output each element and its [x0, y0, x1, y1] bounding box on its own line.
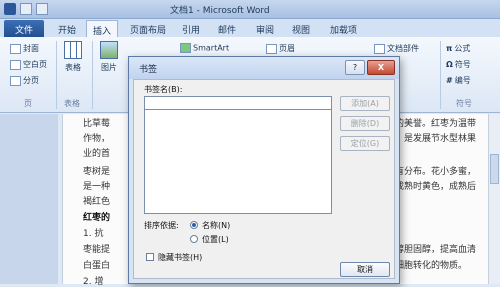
pi-icon: π: [446, 44, 453, 53]
bookmark-list[interactable]: [144, 110, 332, 214]
bookmark-dialog: 书签 ? X 书签名(B): 添加(A) 删除(D) 定位(G) 排序依据: 名…: [128, 56, 400, 284]
tab-file[interactable]: 文件: [4, 20, 44, 37]
tab-mailings[interactable]: 邮件: [212, 20, 242, 37]
dialog-title: 书签: [139, 65, 158, 75]
doc-line: 细胞转化的物质。: [395, 261, 468, 271]
doc-line: 业的首: [83, 149, 111, 159]
doc-line: 醇胆固醇，提高血清: [395, 245, 477, 255]
cover-page-icon: [10, 43, 21, 54]
sort-by-label: 排序依据:: [144, 221, 179, 230]
tab-review[interactable]: 审阅: [250, 20, 280, 37]
bookmark-name-label: 书签名(B):: [144, 85, 183, 94]
doc-line: 枣树是: [83, 167, 111, 177]
sort-by-position-radio[interactable]: [190, 235, 198, 243]
doc-line: ，是发展节水型林果: [395, 134, 477, 144]
doc-line: 2. 增: [83, 277, 104, 287]
header-icon: [266, 43, 277, 54]
blank-page-button[interactable]: 空白页: [10, 59, 47, 70]
dialog-body: 书签名(B): 添加(A) 删除(D) 定位(G) 排序依据: 名称(N) 位置…: [133, 79, 395, 279]
group-separator: [56, 41, 57, 109]
equation-button[interactable]: π 公式: [446, 43, 470, 54]
tab-page-layout[interactable]: 页面布局: [124, 20, 172, 37]
window-title: 文档1 - Microsoft Word: [170, 6, 270, 16]
group-separator: [440, 41, 441, 109]
smartart-button[interactable]: SmartArt: [180, 43, 229, 53]
doc-line: 白蛋白: [83, 261, 111, 271]
blank-page-icon: [10, 59, 21, 70]
omega-icon: Ω: [446, 60, 453, 69]
scrollbar-thumb[interactable]: [490, 154, 499, 184]
page-break-icon: [10, 75, 21, 86]
doc-line: 枣能提: [83, 245, 111, 255]
tab-references[interactable]: 引用: [176, 20, 206, 37]
group-separator: [92, 41, 93, 109]
cancel-button[interactable]: 取消: [340, 262, 390, 277]
doc-line: 成熟时黄色，成熟后: [395, 182, 477, 192]
table-button[interactable]: 表格: [62, 41, 84, 73]
word-app-icon[interactable]: [4, 3, 16, 15]
tables-group-label: 表格: [64, 99, 80, 108]
goto-button[interactable]: 定位(G): [340, 136, 390, 151]
cover-page-button[interactable]: 封面: [10, 43, 39, 54]
tab-addins[interactable]: 加载项: [324, 20, 363, 37]
doc-line: 比草莓: [83, 119, 111, 129]
hidden-bookmarks-checkbox[interactable]: [146, 253, 154, 261]
doc-line: 是一种: [83, 182, 111, 192]
sort-by-name-label[interactable]: 名称(N): [202, 220, 230, 231]
page-break-button[interactable]: 分页: [10, 75, 39, 86]
dialog-title-bar[interactable]: 书签 ? X: [129, 57, 399, 79]
vertical-scrollbar[interactable]: [488, 114, 500, 284]
doc-line: 1. 抗: [83, 229, 104, 239]
doc-line: 作物，: [83, 134, 111, 144]
undo-icon[interactable]: [36, 3, 48, 15]
sort-by-position-label[interactable]: 位置(L): [202, 234, 229, 245]
sort-by-name-radio[interactable]: [190, 221, 198, 229]
tab-insert[interactable]: 插入: [86, 20, 119, 37]
help-button[interactable]: ?: [345, 60, 365, 75]
word-title-bar: 文档1 - Microsoft Word: [0, 0, 500, 19]
number-button[interactable]: # 编号: [446, 75, 471, 86]
add-button[interactable]: 添加(A): [340, 96, 390, 111]
navigation-margin: [0, 114, 58, 284]
doc-line: 褐红色: [83, 197, 111, 207]
delete-button[interactable]: 删除(D): [340, 116, 390, 131]
ribbon-tab-bar: 文件 开始 插入 页面布局 引用 邮件 审阅 视图 加载项: [0, 19, 500, 37]
smartart-icon: [180, 43, 191, 53]
pages-group-label: 页: [24, 99, 32, 108]
picture-icon: [100, 41, 118, 59]
tab-home[interactable]: 开始: [52, 20, 82, 37]
bookmark-name-input[interactable]: [144, 96, 332, 110]
quick-parts-button[interactable]: 文档部件: [374, 43, 419, 54]
quick-parts-icon: [374, 43, 385, 54]
doc-line: 有分布。花小多蜜，: [395, 167, 477, 177]
symbol-button[interactable]: Ω 符号: [446, 59, 471, 70]
doc-heading: 红枣的: [83, 213, 111, 223]
save-icon[interactable]: [20, 3, 32, 15]
tab-view[interactable]: 视图: [286, 20, 316, 37]
symbols-group-label: 符号: [456, 99, 472, 108]
hash-icon: #: [446, 76, 453, 85]
table-icon: [64, 41, 82, 59]
doc-line: 的美誉。红枣为温带: [395, 119, 477, 129]
picture-button[interactable]: 图片: [98, 41, 120, 73]
hidden-bookmarks-label[interactable]: 隐藏书签(H): [158, 252, 202, 263]
close-button[interactable]: X: [367, 60, 395, 75]
header-button[interactable]: 页眉: [266, 43, 295, 54]
